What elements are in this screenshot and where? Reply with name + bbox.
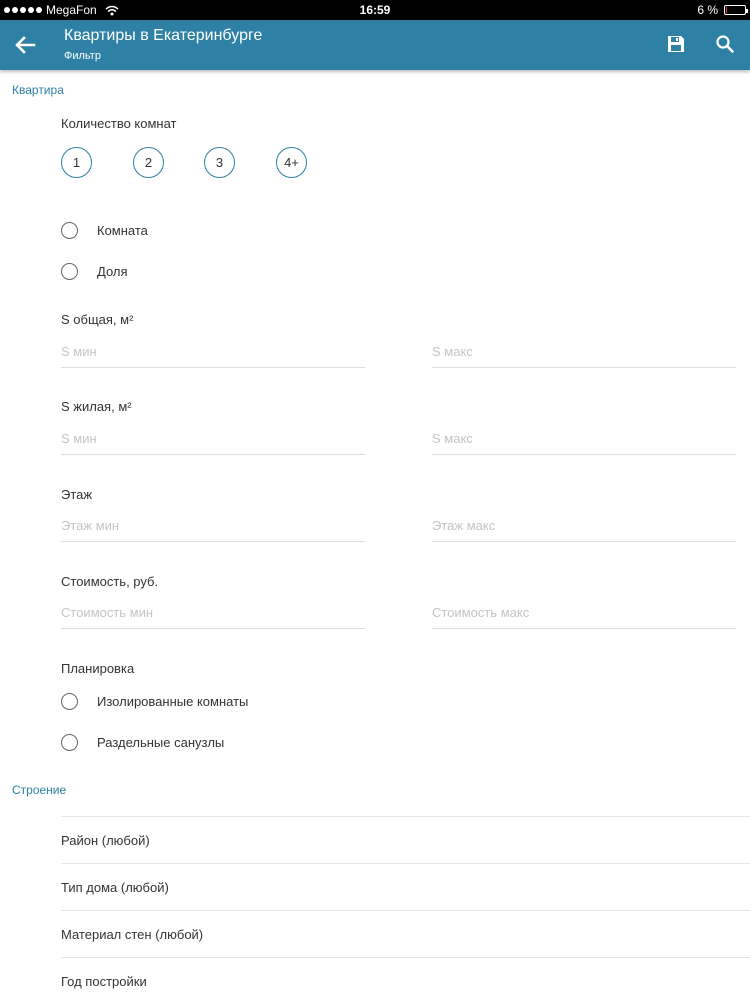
living-area-max-field[interactable]	[432, 425, 736, 455]
search-icon[interactable]	[715, 34, 735, 54]
section-header-apartment: Квартира	[12, 83, 64, 97]
total-area-min-field[interactable]	[61, 338, 365, 368]
radio-room[interactable]: Комната	[61, 222, 148, 239]
radio-separate-bathrooms[interactable]: Раздельные санузлы	[61, 734, 224, 751]
price-max-field[interactable]	[432, 599, 736, 629]
status-right: 6 %	[697, 3, 748, 17]
page-subtitle: Фильтр	[64, 50, 101, 62]
radio-label: Доля	[97, 264, 128, 279]
status-bar: MegaFon 16:59 6 %	[0, 0, 750, 20]
page-title: Квартиры в Екатеринбурге	[64, 27, 263, 44]
battery-percent: 6 %	[697, 3, 718, 17]
room-count-1-button[interactable]: 1	[61, 147, 92, 178]
radio-label: Изолированные комнаты	[97, 694, 249, 709]
floor-max-field[interactable]	[432, 512, 736, 542]
room-count-4plus-button[interactable]: 4+	[276, 147, 307, 178]
total-area-label: S общая, м²	[61, 312, 134, 327]
price-min-input[interactable]	[61, 599, 365, 620]
room-count-2-button[interactable]: 2	[133, 147, 164, 178]
radio-button[interactable]	[61, 222, 78, 239]
living-area-min-input[interactable]	[61, 425, 365, 446]
radio-button[interactable]	[61, 734, 78, 751]
price-min-field[interactable]	[61, 599, 365, 629]
radio-label: Раздельные санузлы	[97, 735, 225, 750]
room-count-3-button[interactable]: 3	[204, 147, 235, 178]
floor-label: Этаж	[61, 487, 93, 502]
floor-min-input[interactable]	[61, 512, 365, 533]
arrow-back-icon[interactable]	[12, 33, 38, 57]
price-label: Стоимость, руб.	[61, 574, 159, 589]
radio-button[interactable]	[61, 693, 78, 710]
radio-button[interactable]	[61, 263, 78, 280]
total-area-min-input[interactable]	[61, 338, 365, 359]
list-item-house-type[interactable]: Тип дома (любой)	[61, 863, 750, 910]
living-area-max-input[interactable]	[432, 425, 736, 446]
living-area-label: S жилая, м²	[61, 399, 132, 414]
floor-min-field[interactable]	[61, 512, 365, 542]
battery-level	[726, 7, 727, 13]
list-item-district[interactable]: Район (любой)	[61, 816, 750, 863]
section-header-building: Строение	[12, 783, 67, 797]
total-area-max-input[interactable]	[432, 338, 736, 359]
rooms-count-label: Количество комнат	[61, 116, 177, 131]
app-bar: Квартиры в Екатеринбурге Фильтр	[0, 20, 750, 70]
layout-label: Планировка	[61, 661, 135, 676]
total-area-max-field[interactable]	[432, 338, 736, 368]
list-item-build-year[interactable]: Год постройки	[61, 957, 750, 1004]
battery-icon	[724, 5, 748, 15]
price-max-input[interactable]	[432, 599, 736, 620]
living-area-min-field[interactable]	[61, 425, 365, 455]
radio-share[interactable]: Доля	[61, 263, 128, 280]
status-time: 16:59	[359, 3, 391, 17]
floppy-disk-icon[interactable]	[666, 34, 686, 54]
radio-label: Комната	[97, 223, 148, 238]
radio-isolated-rooms[interactable]: Изолированные комнаты	[61, 693, 248, 710]
list-item-wall-material[interactable]: Материал стен (любой)	[61, 910, 750, 957]
floor-max-input[interactable]	[432, 512, 736, 533]
